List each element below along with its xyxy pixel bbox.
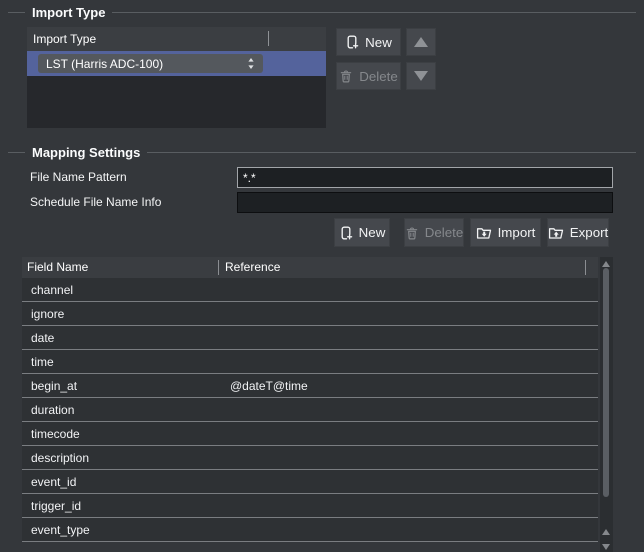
field-name-cell: event_type	[22, 518, 218, 541]
file-name-pattern-label: File Name Pattern	[30, 167, 127, 188]
combobox-value: LST (Harris ADC-100)	[46, 57, 247, 71]
file-name-pattern-input[interactable]	[237, 167, 613, 188]
trash-icon	[339, 69, 353, 83]
reference-cell	[218, 422, 598, 445]
vertical-scrollbar[interactable]	[600, 257, 613, 552]
reference-cell	[218, 494, 598, 517]
group-title: Mapping Settings	[32, 145, 140, 160]
button-label: Import	[498, 225, 536, 240]
table-row[interactable]: event_id	[22, 470, 598, 494]
field-name-cell: timecode	[22, 422, 218, 445]
reference-cell	[218, 302, 598, 325]
table-row[interactable]: date	[22, 326, 598, 350]
button-label: Export	[570, 225, 609, 240]
new-document-icon	[345, 35, 359, 49]
group-title: Import Type	[32, 5, 105, 20]
import-type-delete-button[interactable]: Delete	[336, 62, 401, 90]
field-name-cell: event_id	[22, 470, 218, 493]
mapping-new-button[interactable]: New	[334, 218, 390, 247]
folder-import-icon	[476, 226, 492, 240]
groupbox-border-line	[147, 152, 636, 153]
scrollbar-thumb[interactable]	[603, 268, 609, 497]
field-name-cell: time	[22, 350, 218, 373]
column-separator[interactable]	[268, 31, 269, 46]
reference-cell	[218, 470, 598, 493]
field-name-cell: begin_at	[22, 374, 218, 397]
field-name-cell: description	[22, 446, 218, 469]
table-row[interactable]: channel	[22, 278, 598, 302]
field-table-rows: channelignoredatetimebegin_at@dateT@time…	[22, 278, 598, 552]
reference-cell	[218, 446, 598, 469]
reference-cell	[218, 326, 598, 349]
button-label: New	[359, 225, 386, 240]
field-name-cell: date	[22, 326, 218, 349]
import-type-combobox[interactable]: LST (Harris ADC-100)	[38, 54, 263, 73]
import-button[interactable]: Import	[470, 218, 541, 247]
import-type-table: Import Type LST (Harris ADC-100)	[27, 27, 326, 128]
table-row[interactable]: trigger_id	[22, 494, 598, 518]
move-up-button[interactable]	[406, 28, 436, 56]
table-row[interactable]: timecode	[22, 422, 598, 446]
schedule-file-name-info-label: Schedule File Name Info	[30, 192, 161, 213]
reference-cell	[218, 350, 598, 373]
new-document-icon	[339, 226, 353, 240]
scrollbar-down-icon[interactable]	[602, 544, 610, 550]
field-name-column-header[interactable]: Field Name	[27, 257, 88, 278]
import-type-column-header[interactable]: Import Type	[27, 27, 326, 51]
export-button[interactable]: Export	[547, 218, 609, 247]
move-down-icon	[414, 71, 428, 81]
table-row[interactable]: description	[22, 446, 598, 470]
schedule-file-name-info-input[interactable]	[237, 192, 613, 213]
table-row[interactable]: event_type	[22, 518, 598, 542]
table-row[interactable]: ignore	[22, 302, 598, 326]
move-up-icon	[414, 37, 428, 47]
button-label: Delete	[359, 69, 398, 84]
reference-cell: @dateT@time	[218, 374, 598, 397]
table-row[interactable]: time	[22, 350, 598, 374]
reference-cell	[218, 398, 598, 421]
import-type-group-header: Import Type	[8, 4, 636, 20]
move-down-button[interactable]	[406, 62, 436, 90]
table-row[interactable]: begin_at@dateT@time	[22, 374, 598, 398]
reference-column-header[interactable]: Reference	[225, 257, 280, 278]
groupbox-border-dash	[8, 152, 25, 153]
column-separator[interactable]	[218, 260, 219, 275]
mapping-settings-group-header: Mapping Settings	[8, 144, 636, 160]
scrollbar-up-icon[interactable]	[602, 261, 610, 267]
combo-spinner-icon	[247, 57, 255, 70]
trash-icon	[405, 226, 419, 240]
table-row[interactable]: duration	[22, 398, 598, 422]
column-separator[interactable]	[585, 260, 586, 275]
reference-cell	[218, 518, 598, 541]
mapping-delete-button[interactable]: Delete	[404, 218, 464, 247]
import-type-new-button[interactable]: New	[336, 28, 401, 56]
button-label: New	[365, 35, 392, 50]
field-name-cell: ignore	[22, 302, 218, 325]
scrollbar-up-icon[interactable]	[602, 529, 610, 535]
groupbox-border-dash	[8, 12, 25, 13]
field-table-header[interactable]: Field Name Reference	[22, 257, 598, 278]
field-name-cell: duration	[22, 398, 218, 421]
button-label: Delete	[425, 225, 464, 240]
folder-export-icon	[548, 226, 564, 240]
field-name-cell: channel	[22, 278, 218, 301]
reference-cell	[218, 278, 598, 301]
groupbox-border-line	[112, 12, 636, 13]
import-type-selected-row[interactable]: LST (Harris ADC-100)	[27, 51, 326, 76]
field-name-cell: trigger_id	[22, 494, 218, 517]
import-type-column-label: Import Type	[33, 32, 96, 46]
